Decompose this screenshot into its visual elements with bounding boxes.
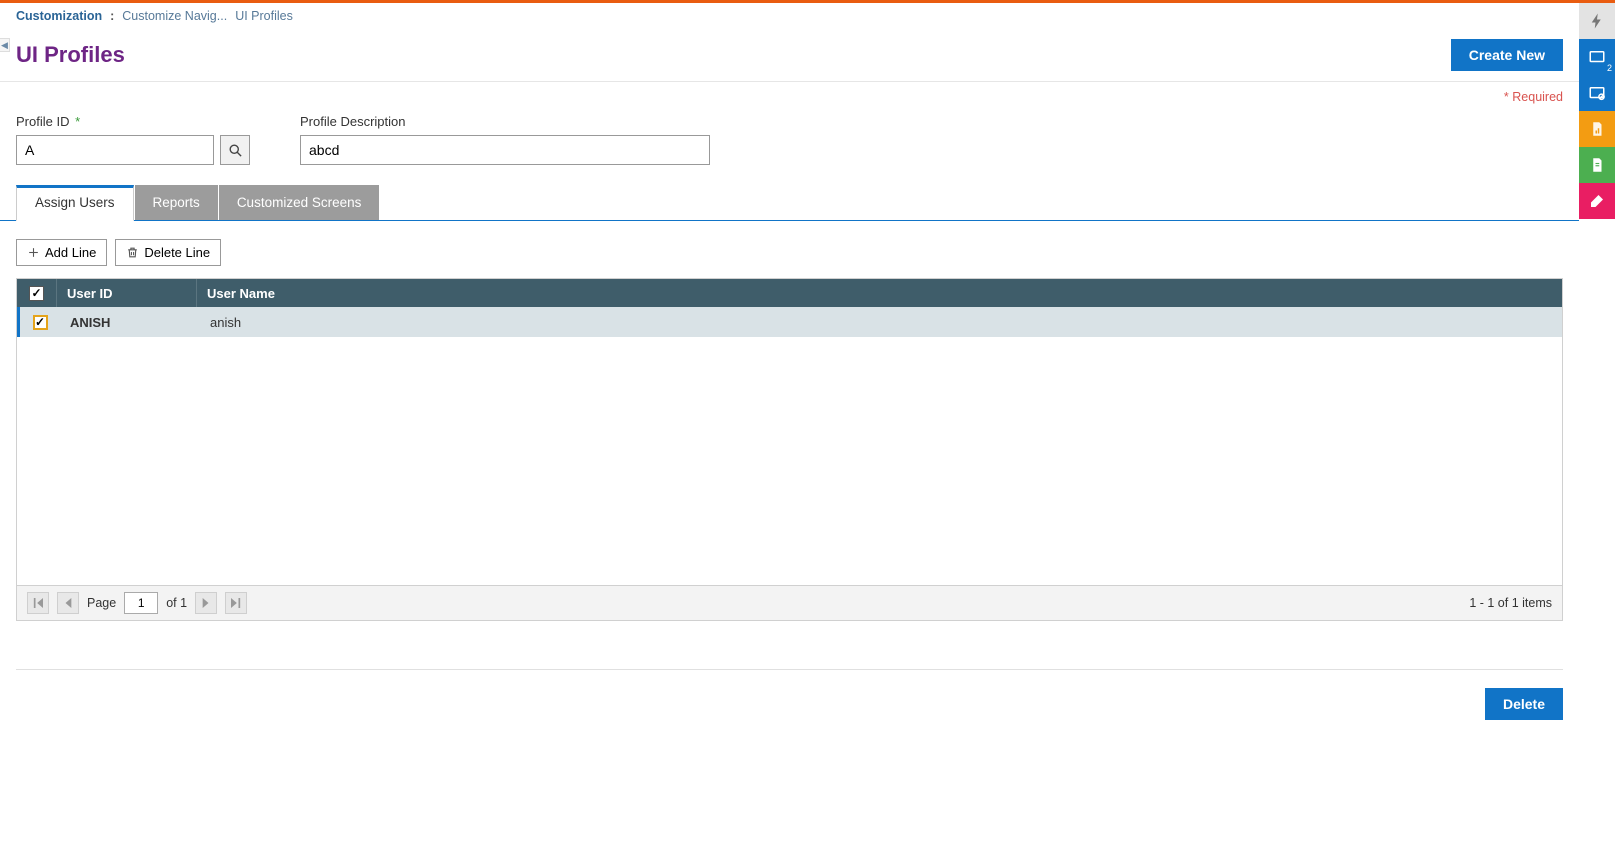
grid-body: ANISH anish [17,307,1562,585]
page-header: UI Profiles Create New [0,29,1579,82]
bottom-actions: Delete [0,670,1579,738]
create-new-button[interactable]: Create New [1451,39,1563,71]
side-tool-doc[interactable] [1579,147,1615,183]
side-tool-bar[interactable] [1579,111,1615,147]
pager-next-button[interactable] [195,592,217,614]
screen-off-icon [1588,84,1606,102]
delete-line-button[interactable]: Delete Line [115,239,221,266]
page-of-label: of 1 [166,596,187,610]
grid-toolbar: Add Line Delete Line [16,239,1563,266]
pager-prev-button[interactable] [57,592,79,614]
file-icon [1588,120,1606,138]
profile-id-group: Profile ID * [16,114,250,165]
side-tool-screen-disabled[interactable] [1579,75,1615,111]
breadcrumb-current[interactable]: UI Profiles [235,9,293,23]
last-page-icon [226,593,246,613]
grid-header: User ID User Name [17,279,1562,307]
tab-content: Add Line Delete Line User ID User Name A… [0,221,1579,639]
trash-icon [126,246,139,259]
add-line-button[interactable]: Add Line [16,239,107,266]
pager: Page of 1 [27,592,247,614]
breadcrumb-root[interactable]: Customization [16,9,102,23]
brush-icon [1588,192,1606,210]
cell-userid: ANISH [60,307,200,337]
tab-customized-screens[interactable]: Customized Screens [219,185,380,220]
required-note: * Required [0,82,1579,104]
prev-page-icon [58,593,78,613]
screen-icon [1588,48,1606,66]
required-asterisk: * [71,114,80,129]
pager-last-button[interactable] [225,592,247,614]
tab-container: Assign Users Reports Customized Screens [0,185,1579,221]
items-count: 1 - 1 of 1 items [1469,596,1552,610]
col-header-userid[interactable]: User ID [57,279,197,307]
page-title: UI Profiles [16,42,125,68]
profile-id-input[interactable] [16,135,214,165]
page-input[interactable] [124,592,158,614]
side-tool-strip: 2 [1579,3,1615,219]
profile-id-label: Profile ID * [16,114,250,129]
lightning-icon [1588,12,1606,30]
first-page-icon [28,593,48,613]
search-icon [228,143,243,158]
profile-id-lookup-button[interactable] [220,135,250,165]
breadcrumb-sep: : [110,9,114,23]
pager-first-button[interactable] [27,592,49,614]
users-grid: User ID User Name ANISH anish Page [16,278,1563,621]
doc-icon [1588,156,1606,174]
tab-reports[interactable]: Reports [135,185,218,220]
side-badge: 2 [1607,63,1612,73]
plus-icon [27,246,40,259]
side-tool-brush[interactable] [1579,183,1615,219]
next-page-icon [196,593,216,613]
side-tool-form[interactable]: 2 [1579,39,1615,75]
page-label: Page [87,596,116,610]
profile-desc-input[interactable] [300,135,710,165]
grid-footer: Page of 1 1 - 1 of 1 items [17,585,1562,620]
select-all-checkbox[interactable] [29,286,44,301]
profile-desc-group: Profile Description [300,114,710,165]
profile-desc-label: Profile Description [300,114,710,129]
breadcrumb-nav[interactable]: Customize Navig... [122,9,227,23]
side-tool-quick[interactable] [1579,3,1615,39]
row-checkbox[interactable] [33,315,48,330]
tab-assign-users[interactable]: Assign Users [16,185,134,221]
col-header-username[interactable]: User Name [197,279,1562,307]
form-row: Profile ID * Profile Description [0,104,1579,185]
table-row[interactable]: ANISH anish [17,307,1562,337]
breadcrumb: Customization : Customize Navig... UI Pr… [0,3,1579,29]
delete-button[interactable]: Delete [1485,688,1563,720]
collapse-sidebar-toggle[interactable]: ◀ [0,38,10,52]
cell-username: anish [200,307,1562,337]
